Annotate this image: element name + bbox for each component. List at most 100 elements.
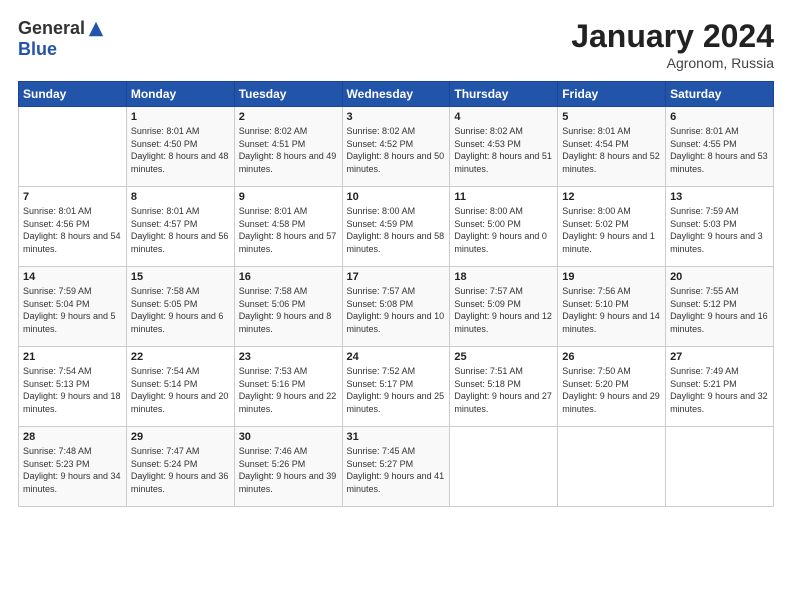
day-cell: 20Sunrise: 7:55 AMSunset: 5:12 PMDayligh… — [666, 267, 774, 347]
page: General Blue January 2024 Agronom, Russi… — [0, 0, 792, 612]
day-info: Sunrise: 8:01 AMSunset: 4:58 PMDaylight:… — [239, 206, 337, 254]
day-number: 1 — [131, 111, 230, 123]
day-cell: 5 Sunrise: 8:01 AMSunset: 4:54 PMDaylight… — [558, 107, 666, 187]
day-cell: 28Sunrise: 7:48 AMSunset: 5:23 PMDayligh… — [19, 427, 127, 507]
day-number: 16 — [239, 271, 338, 283]
day-cell: 27 Sunrise: 7:49 AMSunset: 5:21 PMDayligh… — [666, 347, 774, 427]
day-info: Sunrise: 7:45 AMSunset: 5:27 PMDaylight:… — [347, 446, 445, 494]
day-cell: 1 Sunrise: 8:01 AMSunset: 4:50 PMDaylight… — [126, 107, 234, 187]
day-number: 27 — [670, 351, 769, 363]
day-cell: 17 Sunrise: 7:57 AMSunset: 5:08 PMDayligh… — [342, 267, 450, 347]
day-cell: 24 Sunrise: 7:52 AMSunset: 5:17 PMDayligh… — [342, 347, 450, 427]
day-cell: 13Sunrise: 7:59 AMSunset: 5:03 PMDayligh… — [666, 187, 774, 267]
day-cell: 3 Sunrise: 8:02 AMSunset: 4:52 PMDaylight… — [342, 107, 450, 187]
day-info: Sunrise: 7:57 AMSunset: 5:09 PMDaylight:… — [454, 286, 552, 334]
day-cell: 29 Sunrise: 7:47 AMSunset: 5:24 PMDayligh… — [126, 427, 234, 507]
day-info: Sunrise: 7:54 AMSunset: 5:13 PMDaylight:… — [23, 366, 121, 414]
logo-general-text: General — [18, 18, 85, 39]
day-number: 21 — [23, 351, 122, 363]
day-info: Sunrise: 7:52 AMSunset: 5:17 PMDaylight:… — [347, 366, 445, 414]
day-cell: 14Sunrise: 7:59 AMSunset: 5:04 PMDayligh… — [19, 267, 127, 347]
day-cell: 22Sunrise: 7:54 AMSunset: 5:14 PMDayligh… — [126, 347, 234, 427]
day-number: 4 — [454, 111, 553, 123]
day-number: 9 — [239, 191, 338, 203]
day-number: 15 — [131, 271, 230, 283]
day-cell: 9 Sunrise: 8:01 AMSunset: 4:58 PMDaylight… — [234, 187, 342, 267]
day-number: 29 — [131, 431, 230, 443]
day-cell: 31 Sunrise: 7:45 AMSunset: 5:27 PMDayligh… — [342, 427, 450, 507]
day-info: Sunrise: 7:46 AMSunset: 5:26 PMDaylight:… — [239, 446, 337, 494]
logo-icon — [87, 20, 105, 38]
subtitle: Agronom, Russia — [571, 55, 774, 71]
day-cell: 23 Sunrise: 7:53 AMSunset: 5:16 PMDayligh… — [234, 347, 342, 427]
day-info: Sunrise: 8:00 AMSunset: 5:00 PMDaylight:… — [454, 206, 547, 254]
logo: General Blue — [18, 18, 105, 60]
day-info: Sunrise: 7:47 AMSunset: 5:24 PMDaylight:… — [131, 446, 229, 494]
day-info: Sunrise: 7:58 AMSunset: 5:06 PMDaylight:… — [239, 286, 332, 334]
day-number: 3 — [347, 111, 446, 123]
day-info: Sunrise: 8:02 AMSunset: 4:51 PMDaylight:… — [239, 126, 337, 174]
day-info: Sunrise: 8:01 AMSunset: 4:55 PMDaylight:… — [670, 126, 768, 174]
day-cell: 21 Sunrise: 7:54 AMSunset: 5:13 PMDayligh… — [19, 347, 127, 427]
day-number: 5 — [562, 111, 661, 123]
day-number: 7 — [23, 191, 122, 203]
day-cell: 7Sunrise: 8:01 AMSunset: 4:56 PMDaylight… — [19, 187, 127, 267]
week-row-2: 14Sunrise: 7:59 AMSunset: 5:04 PMDayligh… — [19, 267, 774, 347]
day-number: 20 — [670, 271, 769, 283]
week-row-1: 7Sunrise: 8:01 AMSunset: 4:56 PMDaylight… — [19, 187, 774, 267]
logo-blue-text: Blue — [18, 39, 57, 60]
col-header-wednesday: Wednesday — [342, 82, 450, 107]
col-header-friday: Friday — [558, 82, 666, 107]
col-header-monday: Monday — [126, 82, 234, 107]
header: General Blue January 2024 Agronom, Russi… — [18, 18, 774, 71]
day-cell: 12Sunrise: 8:00 AMSunset: 5:02 PMDayligh… — [558, 187, 666, 267]
day-number: 10 — [347, 191, 446, 203]
day-number: 12 — [562, 191, 661, 203]
header-row: SundayMondayTuesdayWednesdayThursdayFrid… — [19, 82, 774, 107]
day-info: Sunrise: 7:50 AMSunset: 5:20 PMDaylight:… — [562, 366, 660, 414]
week-row-4: 28Sunrise: 7:48 AMSunset: 5:23 PMDayligh… — [19, 427, 774, 507]
col-header-thursday: Thursday — [450, 82, 558, 107]
day-info: Sunrise: 8:02 AMSunset: 4:52 PMDaylight:… — [347, 126, 445, 174]
day-number: 8 — [131, 191, 230, 203]
day-info: Sunrise: 8:00 AMSunset: 4:59 PMDaylight:… — [347, 206, 445, 254]
day-info: Sunrise: 8:01 AMSunset: 4:57 PMDaylight:… — [131, 206, 229, 254]
day-cell: 8 Sunrise: 8:01 AMSunset: 4:57 PMDaylight… — [126, 187, 234, 267]
day-number: 18 — [454, 271, 553, 283]
day-number: 24 — [347, 351, 446, 363]
calendar-table: SundayMondayTuesdayWednesdayThursdayFrid… — [18, 81, 774, 507]
day-number: 13 — [670, 191, 769, 203]
day-info: Sunrise: 8:01 AMSunset: 4:50 PMDaylight:… — [131, 126, 229, 174]
day-info: Sunrise: 7:57 AMSunset: 5:08 PMDaylight:… — [347, 286, 445, 334]
day-info: Sunrise: 7:59 AMSunset: 5:04 PMDaylight:… — [23, 286, 116, 334]
day-cell: 26 Sunrise: 7:50 AMSunset: 5:20 PMDayligh… — [558, 347, 666, 427]
col-header-sunday: Sunday — [19, 82, 127, 107]
day-cell: 4 Sunrise: 8:02 AMSunset: 4:53 PMDaylight… — [450, 107, 558, 187]
day-number: 17 — [347, 271, 446, 283]
day-number: 30 — [239, 431, 338, 443]
month-title: January 2024 — [571, 18, 774, 55]
day-number: 2 — [239, 111, 338, 123]
day-number: 31 — [347, 431, 446, 443]
day-info: Sunrise: 7:58 AMSunset: 5:05 PMDaylight:… — [131, 286, 224, 334]
day-number: 26 — [562, 351, 661, 363]
week-row-0: 1 Sunrise: 8:01 AMSunset: 4:50 PMDaylight… — [19, 107, 774, 187]
day-cell: 25 Sunrise: 7:51 AMSunset: 5:18 PMDayligh… — [450, 347, 558, 427]
day-info: Sunrise: 7:53 AMSunset: 5:16 PMDaylight:… — [239, 366, 337, 414]
day-number: 19 — [562, 271, 661, 283]
day-info: Sunrise: 8:01 AMSunset: 4:54 PMDaylight:… — [562, 126, 660, 174]
day-cell — [666, 427, 774, 507]
day-cell: 11Sunrise: 8:00 AMSunset: 5:00 PMDayligh… — [450, 187, 558, 267]
day-info: Sunrise: 7:56 AMSunset: 5:10 PMDaylight:… — [562, 286, 660, 334]
col-header-saturday: Saturday — [666, 82, 774, 107]
day-cell: 19 Sunrise: 7:56 AMSunset: 5:10 PMDayligh… — [558, 267, 666, 347]
day-cell: 15 Sunrise: 7:58 AMSunset: 5:05 PMDayligh… — [126, 267, 234, 347]
col-header-tuesday: Tuesday — [234, 82, 342, 107]
day-cell: 30 Sunrise: 7:46 AMSunset: 5:26 PMDayligh… — [234, 427, 342, 507]
day-info: Sunrise: 8:02 AMSunset: 4:53 PMDaylight:… — [454, 126, 552, 174]
day-info: Sunrise: 7:49 AMSunset: 5:21 PMDaylight:… — [670, 366, 768, 414]
day-info: Sunrise: 7:48 AMSunset: 5:23 PMDaylight:… — [23, 446, 121, 494]
day-info: Sunrise: 7:51 AMSunset: 5:18 PMDaylight:… — [454, 366, 552, 414]
day-number: 25 — [454, 351, 553, 363]
day-number: 23 — [239, 351, 338, 363]
